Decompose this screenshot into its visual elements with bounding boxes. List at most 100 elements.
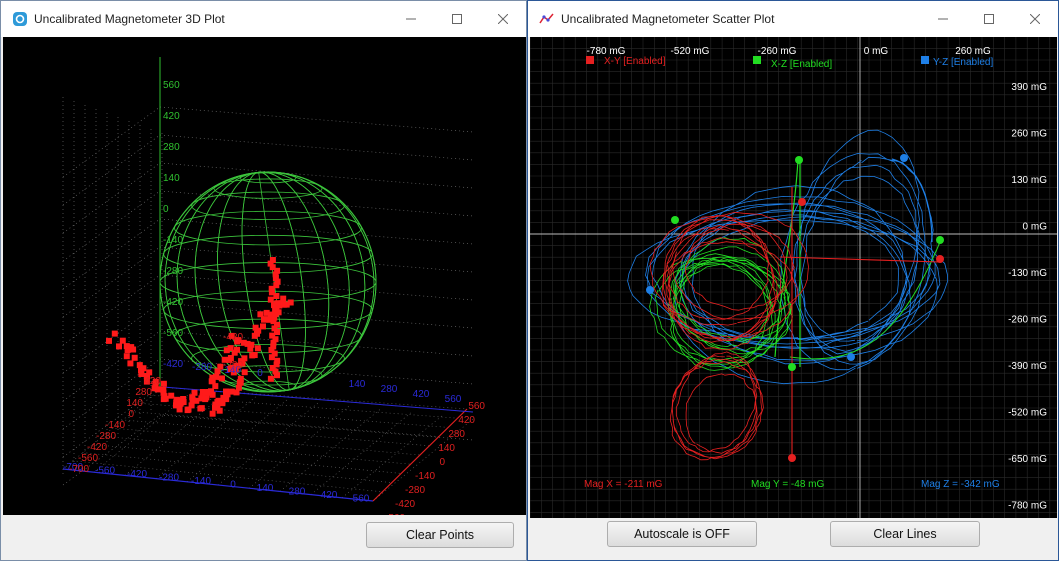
- data-point: [227, 345, 234, 352]
- 3d-axes: [62, 57, 474, 502]
- data-point: [254, 345, 261, 352]
- mag-z-readout: Mag Z = -342 mG: [921, 479, 1000, 490]
- close-icon: [498, 14, 508, 24]
- grid-line: [72, 460, 383, 493]
- maximize-icon: [984, 14, 994, 24]
- trace-marker: [795, 156, 803, 164]
- clear-points-button[interactable]: Clear Points: [366, 522, 514, 548]
- title-bar[interactable]: Uncalibrated Magnetometer Scatter Plot: [528, 1, 1058, 37]
- trace-marker: [900, 154, 908, 162]
- y-tick-label: -420: [87, 442, 107, 453]
- x-tick-label: -280: [159, 473, 179, 484]
- sphere-latitude: [191, 191, 345, 220]
- scatter-labels: -780 mG -520 mG -260 mG 0 mG 260 mG 390 mG 260…: [587, 46, 1048, 512]
- x-tick-label: -260 mG: [758, 46, 797, 57]
- close-icon: [1030, 14, 1040, 24]
- title-bar[interactable]: Uncalibrated Magnetometer 3D Plot: [1, 1, 526, 37]
- 3d-plot-canvas[interactable]: 560 420 280 140 0 -140 -280 -420 -560 560 420 280 14…: [3, 37, 526, 515]
- data-point: [119, 337, 126, 344]
- close-button[interactable]: [480, 1, 526, 37]
- y-tick-label: -130 mG: [1008, 268, 1047, 279]
- y-tick-label: -280: [96, 431, 116, 442]
- data-point: [123, 353, 130, 360]
- legend-label-xy[interactable]: X-Y [Enabled]: [604, 56, 666, 67]
- maximize-button[interactable]: [434, 1, 480, 37]
- y-tick-label: 560: [468, 401, 485, 412]
- data-point: [287, 299, 294, 306]
- trace-marker: [847, 353, 855, 361]
- y-tick-label: -420: [223, 332, 243, 343]
- y-tick-label: -420: [395, 499, 415, 510]
- sphere-latitude: [159, 262, 377, 302]
- y-tick-label: -390 mG: [1008, 361, 1047, 372]
- scatter-plot-canvas[interactable]: -780 mG -520 mG -260 mG 0 mG 260 mG 390 mG 260…: [530, 37, 1057, 518]
- x-tick-label: 0: [257, 368, 263, 379]
- data-point: [106, 337, 112, 344]
- data-point: [209, 410, 216, 417]
- data-point: [234, 346, 240, 353]
- data-point: [213, 373, 219, 380]
- close-button[interactable]: [1012, 1, 1058, 37]
- legend-swatch-xz: [753, 56, 761, 64]
- xy-trace: [670, 351, 764, 461]
- data-point: [185, 406, 192, 413]
- data-point: [168, 392, 175, 399]
- x-tick-label: 0 mG: [864, 46, 889, 57]
- grid-line: [159, 274, 474, 301]
- x-tick-label: -560: [95, 466, 115, 477]
- maximize-button[interactable]: [966, 1, 1012, 37]
- grid-line: [159, 302, 474, 329]
- x-tick-label: -520 mG: [671, 46, 710, 57]
- data-point: [162, 395, 169, 402]
- clear-lines-button[interactable]: Clear Lines: [830, 521, 980, 547]
- scatter-plot-app-icon: [539, 13, 554, 24]
- autoscale-toggle-button[interactable]: Autoscale is OFF: [607, 521, 757, 547]
- y-tick-label: -560: [78, 453, 98, 464]
- y-tick-label: 140: [126, 398, 143, 409]
- scatter-grid: [530, 37, 1057, 518]
- z-tick-label: 140: [163, 173, 180, 184]
- y-tick-label: 260 mG: [1011, 129, 1047, 140]
- data-point: [214, 368, 221, 375]
- z-tick-label: 560: [163, 80, 180, 91]
- legend-label-yz[interactable]: Y-Z [Enabled]: [933, 57, 993, 68]
- data-point: [280, 295, 287, 302]
- data-point: [248, 341, 255, 348]
- minimize-button[interactable]: [388, 1, 434, 37]
- grid-line: [159, 246, 474, 273]
- trace-marker: [788, 363, 796, 371]
- z-tick-label: 420: [163, 111, 180, 122]
- data-point: [223, 390, 230, 396]
- y-tick-label: 280: [448, 429, 465, 440]
- maximize-icon: [452, 14, 462, 24]
- 3d-plot-svg: 5604202801400-140-280-420-56056042028014…: [62, 57, 485, 515]
- scatter-traces: [627, 129, 949, 462]
- y-tick-label: -650 mG: [1008, 454, 1047, 465]
- data-point: [130, 346, 137, 353]
- legend-label-xz[interactable]: X-Z [Enabled]: [771, 59, 832, 70]
- y-tick-label: -280: [405, 485, 425, 496]
- legend: X-Y [Enabled] X-Z [Enabled] Y-Z [Enabled…: [586, 56, 993, 70]
- trace-marker: [798, 198, 806, 206]
- data-point: [198, 405, 205, 412]
- y-tick-label: -520 mG: [1008, 408, 1047, 419]
- grid-line: [62, 246, 161, 318]
- y-tick-label: 420: [458, 415, 475, 426]
- data-point: [260, 323, 266, 330]
- data-point: [111, 330, 118, 337]
- z-tick-label: 280: [163, 142, 180, 153]
- x-tick-label: 0: [230, 480, 236, 491]
- x-tick-label: 260 mG: [955, 46, 991, 57]
- scatter-plot-svg: -780 mG -520 mG -260 mG 0 mG 260 mG 390 mG 260…: [530, 37, 1057, 518]
- data-point: [116, 343, 122, 350]
- grid-line: [130, 411, 439, 437]
- minimize-icon: [406, 18, 416, 20]
- trace-marker: [936, 255, 944, 263]
- x-tick-label: -420: [163, 359, 183, 370]
- clear-points-label: Clear Points: [405, 528, 475, 542]
- data-point: [267, 296, 274, 303]
- minimize-button[interactable]: [920, 1, 966, 37]
- data-point: [176, 406, 183, 413]
- legend-swatch-yz: [921, 56, 929, 64]
- trace-marker: [936, 236, 944, 244]
